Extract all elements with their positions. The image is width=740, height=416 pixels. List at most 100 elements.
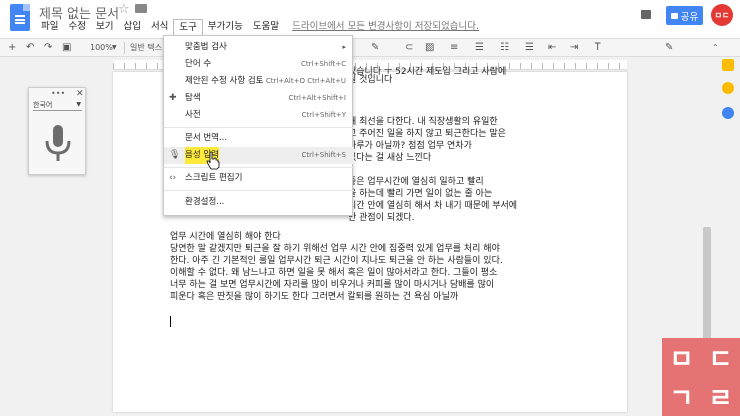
menu-item-dictionary[interactable]: 사전 Ctrl+Shift+Y [164, 107, 354, 124]
menu-item-shortcut: Ctrl+Alt+Shift+I [288, 94, 346, 102]
logo-glyph: ㄱ [669, 384, 694, 414]
bulleted-list-icon[interactable]: ☰ [525, 41, 534, 55]
pen-icon[interactable]: ✎ [371, 41, 379, 55]
style-select[interactable]: 일반 텍스 [130, 41, 162, 55]
clear-format-icon[interactable]: Ꭲ [595, 41, 601, 55]
share-button[interactable]: 공유 [666, 6, 703, 25]
menu-divider [164, 127, 354, 128]
image-icon[interactable]: ▨ [425, 41, 434, 55]
indent-icon[interactable]: ⇥ [570, 41, 578, 55]
top-bar: 제목 없는 문서 ☆ 파일 수정 보기 삽입 서식 도구 부가기능 도움말 드라… [0, 0, 740, 38]
outdent-icon[interactable]: ⇤ [548, 41, 556, 55]
numbered-list-icon[interactable]: ☷ [500, 41, 509, 55]
chevron-down-icon: ▼ [76, 101, 81, 108]
tasks-icon[interactable] [722, 107, 734, 119]
align-icon[interactable]: ≡ [450, 41, 458, 55]
language-select[interactable]: 한국어 ▼ [33, 100, 82, 111]
menu-divider [164, 167, 354, 168]
microphone-icon[interactable] [44, 125, 72, 163]
redo-icon[interactable]: ↷ [44, 41, 52, 55]
menu-addons[interactable]: 부가기능 [203, 19, 248, 35]
doc-text-line: 될 것입니다 [348, 75, 393, 85]
explore-icon: ✚ [169, 93, 177, 103]
link-icon[interactable]: ⊂ [405, 41, 413, 55]
comments-icon[interactable] [641, 10, 651, 19]
hand-cursor-icon [206, 151, 220, 170]
chevron-down-icon[interactable]: ▼ [112, 41, 117, 55]
menu-item-shortcut: Ctrl+Shift+S [301, 151, 346, 159]
language-label: 한국어 [33, 101, 53, 109]
lock-icon [670, 12, 678, 19]
logo-glyph: ㄹ [708, 384, 733, 414]
print-icon[interactable]: ▣ [62, 41, 71, 55]
close-icon[interactable]: ✕ [76, 89, 84, 99]
calendar-icon[interactable] [722, 82, 734, 94]
menu-item-label: 맞춤법 검사 [185, 42, 227, 52]
doc-text-line: 있다는 걸 새삼 느낀다 [348, 153, 432, 163]
star-icon[interactable]: ☆ [118, 2, 130, 17]
logo-glyph: ㄷ [708, 345, 733, 375]
doc-paragraph-line: 너무 하는 걸 보면 업무시간에 자리를 많이 비우거나 커피를 많이 마시거나… [170, 280, 495, 290]
menu-item-label: 스크립트 편집기 [185, 173, 243, 183]
menu-item-label: 환경설정... [185, 197, 225, 207]
tools-menu-dropdown: 맞춤법 검사 ▸ 단어 수 Ctrl+Shift+C 제안된 수정 사항 검토 … [163, 35, 354, 216]
doc-text-line: 고 주어진 일을 하지 않고 퇴근한다는 말은 [348, 129, 506, 139]
doc-text-line: 을 하는데 빨리 가면 일이 없는 줄 아는 [348, 189, 493, 199]
text-cursor [170, 316, 171, 327]
menu-divider [164, 190, 354, 191]
menu-item-script-editor[interactable]: ‹› 스크립트 편집기 [164, 170, 354, 187]
add-icon[interactable]: + [8, 41, 16, 55]
side-panel [717, 57, 740, 127]
save-status[interactable]: 드라이브에서 모든 변경사항이 저장되었습니다. [284, 19, 487, 35]
divider [124, 42, 125, 54]
menu-view[interactable]: 보기 [91, 19, 118, 35]
menu-item-preferences[interactable]: 환경설정... [164, 194, 354, 211]
toolbar: + ↶ ↷ ▣ 100% ▼ 일반 텍스 ✎ ⊂ ▨ ≡ ☰ ☷ ☰ ⇤ ⇥ Ꭲ… [0, 38, 740, 57]
undo-icon[interactable]: ↶ [26, 41, 34, 55]
doc-text-line: 해 최선을 다한다. 내 직장생활의 유일한 [348, 117, 498, 127]
menu-item-label: 단어 수 [185, 59, 212, 69]
menu-item-shortcut: Ctrl+Alt+O Ctrl+Alt+U [265, 77, 346, 85]
menu-edit[interactable]: 수정 [63, 19, 90, 35]
menu-format[interactable]: 서식 [146, 19, 173, 35]
menu-item-label: 사전 [185, 110, 201, 120]
docs-logo-icon[interactable] [10, 4, 30, 31]
chevron-right-icon: ▸ [342, 43, 346, 51]
menu-item-shortcut: Ctrl+Shift+Y [301, 111, 346, 119]
doc-text-line: 좋은 업무시간에 열심히 일하고 빨리 [348, 177, 484, 187]
doc-paragraph-line: 업무 시간에 열심히 해야 한다 [170, 232, 281, 242]
doc-paragraph-line: 피운다 혹은 딴짓을 많이 하기도 한다 그러면서 칼퇴를 원하는 건 욕심 아… [170, 292, 459, 302]
editing-mode-icon[interactable]: ✎ [665, 41, 673, 55]
menu-item-translate[interactable]: 문서 번역... [164, 130, 354, 147]
menu-item-label: 제안된 수정 사항 검토 [185, 76, 264, 86]
share-label: 공유 [680, 11, 699, 23]
menu-item-label: 문서 번역... [185, 133, 228, 143]
folder-icon[interactable] [135, 4, 147, 13]
keep-icon[interactable] [722, 59, 734, 71]
menu-item-label: 탐색 [185, 93, 201, 103]
doc-text-line: 시간 안에 열심히 해서 차 내기 때문에 부서에 [348, 201, 518, 211]
menu-item-word-count[interactable]: 단어 수 Ctrl+Shift+C [164, 56, 354, 73]
doc-paragraph-line: 이해할 수 없다. 왜 남느냐고 하면 일을 못 해서 혹은 일이 많아서라고 … [170, 268, 498, 278]
collapse-icon[interactable]: ⌃ [712, 41, 719, 55]
doc-paragraph-line: 한다. 아주 긴 기본적인 룰일 업무시간 퇴근 시간이 지나도 퇴근을 안 하… [170, 256, 503, 266]
menu-file[interactable]: 파일 [36, 19, 63, 35]
menu-item-spelling[interactable]: 맞춤법 검사 ▸ [164, 39, 354, 56]
menu-insert[interactable]: 삽입 [118, 19, 145, 35]
menu-item-explore[interactable]: ✚ 탐색 Ctrl+Alt+Shift+I [164, 90, 354, 107]
voice-typing-panel[interactable]: ••• ✕ 한국어 ▼ [28, 87, 86, 175]
menu-item-shortcut: Ctrl+Shift+C [301, 60, 346, 68]
zoom-select[interactable]: 100% [90, 41, 113, 55]
drag-handle-icon[interactable]: ••• [51, 89, 65, 98]
doc-text-line: 안 관점이 되겠다. [348, 213, 415, 223]
menu-item-review-suggestions[interactable]: 제안된 수정 사항 검토 Ctrl+Alt+O Ctrl+Alt+U [164, 73, 354, 90]
logo-glyph: ㅁ [669, 345, 694, 375]
menu-bar: 파일 수정 보기 삽입 서식 도구 부가기능 도움말 드라이브에서 모든 변경사… [36, 19, 487, 35]
line-spacing-icon[interactable]: ☰ [475, 41, 484, 55]
avatar[interactable]: ㅁㄷ [711, 4, 733, 26]
microphone-icon: 🎙 [169, 150, 181, 160]
menu-item-voice-typing[interactable]: 🎙 음성 입력 Ctrl+Shift+S [164, 147, 354, 164]
channel-logo: ㅁ ㄷ ㄱ ㄹ [662, 338, 740, 416]
menu-help[interactable]: 도움말 [248, 19, 284, 35]
menu-tools[interactable]: 도구 [173, 19, 203, 35]
